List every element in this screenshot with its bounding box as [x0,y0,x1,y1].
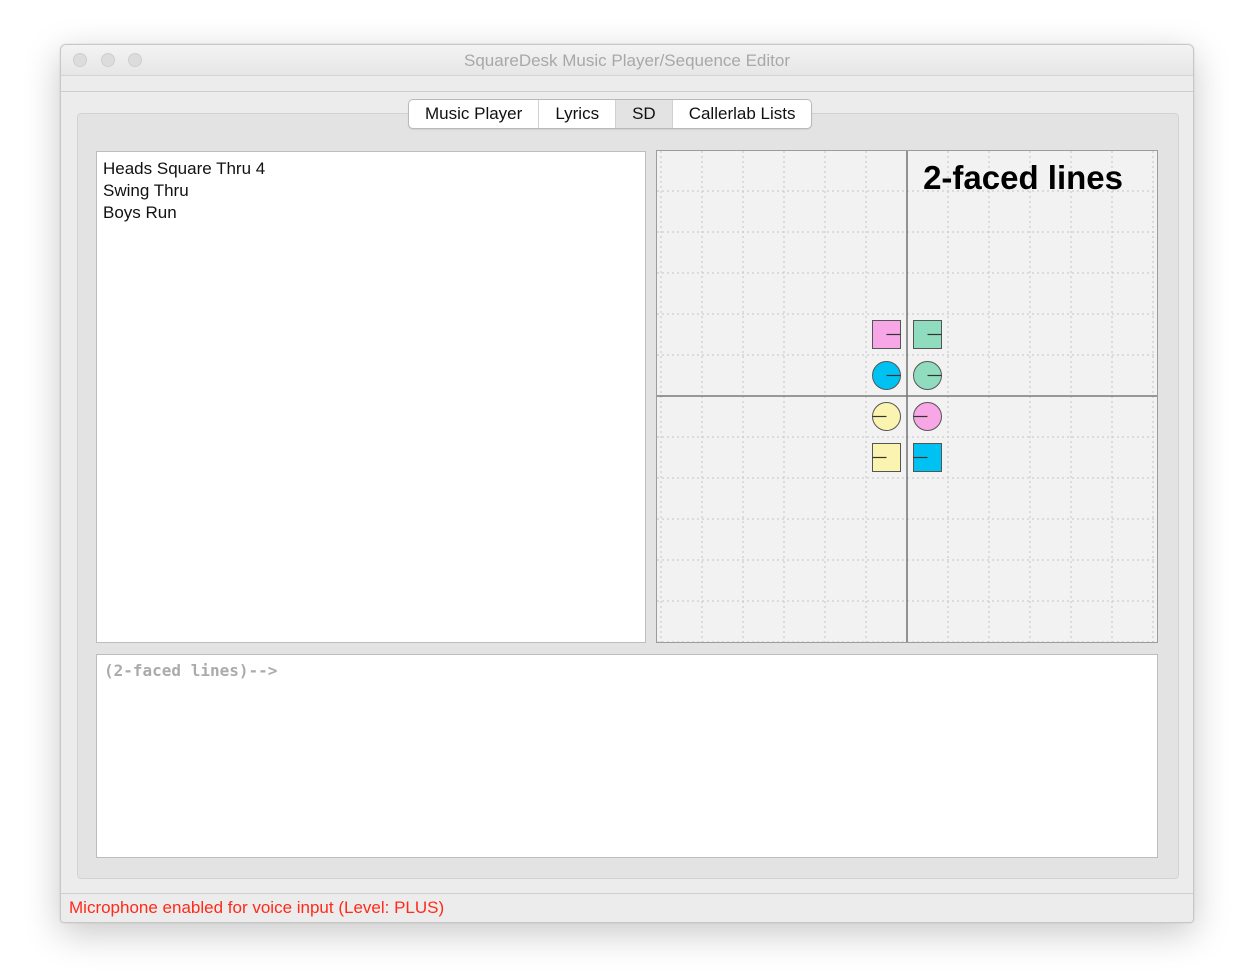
dancer-square [913,320,942,349]
tab-sd[interactable]: SD [616,100,673,128]
tab-lyrics[interactable]: Lyrics [539,100,617,128]
command-area[interactable] [96,654,1158,858]
dancer-circle [913,361,942,390]
dancer-circle [913,402,942,431]
toolbar-strip [61,76,1193,92]
status-message: Microphone enabled for voice input (Leve… [69,898,445,917]
list-item[interactable]: Heads Square Thru 4 [103,158,639,180]
sd-command-input[interactable] [97,655,1157,685]
formation-canvas [657,151,1157,642]
dancer-circle [872,402,901,431]
app-window: SquareDesk Music Player/Sequence Editor … [60,44,1194,923]
tab-music-player[interactable]: Music Player [409,100,540,128]
formation-title: 2-faced lines [923,159,1123,196]
dancer-square [913,443,942,472]
dancer-square [872,443,901,472]
tab-callerlab-lists[interactable]: Callerlab Lists [673,100,812,128]
list-item[interactable]: Swing Thru [103,180,639,202]
sequence-list[interactable]: Heads Square Thru 4 Swing Thru Boys Run [96,151,646,643]
formation-diagram: 2-faced lines [656,150,1158,643]
dancer-circle [872,361,901,390]
tab-bar: Music Player Lyrics SD Callerlab Lists [408,99,813,129]
list-item[interactable]: Boys Run [103,202,639,224]
title-bar[interactable]: SquareDesk Music Player/Sequence Editor [61,45,1193,76]
status-bar: Microphone enabled for voice input (Leve… [61,893,1193,922]
window-title: SquareDesk Music Player/Sequence Editor [464,51,790,70]
dancer-square [872,320,901,349]
